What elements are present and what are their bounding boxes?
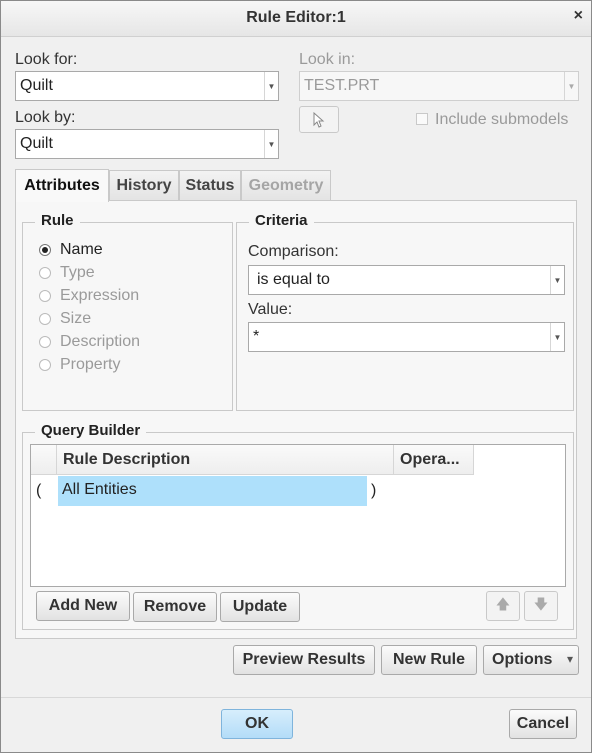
cursor-arrow-icon [313, 111, 325, 128]
rule-group-title: Rule [35, 212, 80, 229]
look-in-label: Look in: [299, 51, 356, 68]
update-button[interactable]: Update [220, 592, 300, 622]
query-builder-title: Query Builder [35, 422, 147, 439]
radio-checked-icon[interactable] [39, 244, 51, 256]
query-builder-group: Query Builder Rule Description Opera... … [22, 422, 574, 630]
tab-history[interactable]: History [109, 170, 179, 201]
rule-editor-window: Rule Editor:1 × Look for: Quilt ▼ Look b… [0, 0, 592, 753]
include-submodels-label: Include submodels [435, 111, 569, 128]
chevron-down-icon[interactable]: ▼ [264, 72, 278, 100]
criteria-group: Criteria Comparison: is equal to ▼ Value… [236, 212, 574, 411]
comparison-label: Comparison: [248, 243, 339, 260]
table-header-blank [31, 445, 57, 475]
comparison-value: is equal to [257, 271, 330, 288]
table-row[interactable]: ( All Entities ) [31, 476, 565, 507]
rule-option-label: Description [60, 333, 141, 350]
tab-geometry[interactable]: Geometry [241, 170, 331, 201]
remove-button[interactable]: Remove [133, 592, 217, 622]
look-in-select[interactable]: TEST.PRT ▼ [299, 71, 579, 101]
comparison-select[interactable]: is equal to ▼ [248, 265, 565, 295]
options-label: Options [492, 651, 553, 668]
row-close-paren: ) [371, 482, 377, 499]
rule-group: Rule Name Type Expression Size Descripti… [22, 212, 233, 411]
query-table: Rule Description Opera... ( All Entities… [30, 444, 566, 587]
row-open-paren: ( [36, 482, 42, 499]
arrow-down-icon: 🡇 [533, 596, 549, 612]
new-rule-button[interactable]: New Rule [381, 645, 477, 675]
rule-option-property[interactable]: Property [39, 354, 120, 376]
radio-icon[interactable] [39, 290, 51, 302]
look-by-value: Quilt [20, 135, 53, 152]
row-rule-description[interactable]: All Entities [58, 476, 367, 506]
ok-button[interactable]: OK [221, 709, 293, 739]
rule-option-size[interactable]: Size [39, 308, 91, 330]
chevron-down-icon[interactable]: ▼ [550, 266, 564, 294]
tab-status[interactable]: Status [179, 170, 241, 201]
attributes-panel: Rule Name Type Expression Size Descripti… [15, 200, 577, 639]
look-for-label: Look for: [15, 51, 78, 68]
dropdown-arrow-icon: ▾ [566, 652, 573, 666]
table-header-rule-description[interactable]: Rule Description [57, 445, 394, 475]
window-title: Rule Editor:1 [246, 9, 346, 26]
radio-icon[interactable] [39, 313, 51, 325]
move-down-button[interactable]: 🡇 [524, 591, 558, 621]
look-in-value: TEST.PRT [304, 77, 380, 94]
include-submodels-checkbox[interactable] [416, 113, 428, 125]
chevron-down-icon[interactable]: ▼ [264, 130, 278, 158]
rule-option-label: Property [60, 356, 121, 373]
rule-option-expression[interactable]: Expression [39, 285, 139, 307]
rule-option-label: Type [60, 264, 95, 281]
chevron-down-icon[interactable]: ▼ [550, 323, 564, 351]
rule-option-label: Size [60, 310, 92, 327]
rule-option-label: Name [60, 241, 103, 258]
chevron-down-icon[interactable]: ▼ [564, 72, 578, 100]
criteria-group-title: Criteria [249, 212, 314, 229]
look-for-value: Quilt [20, 77, 53, 94]
value-label: Value: [248, 301, 293, 318]
look-for-select[interactable]: Quilt ▼ [15, 71, 279, 101]
move-up-button[interactable]: 🡅 [486, 591, 520, 621]
radio-icon[interactable] [39, 267, 51, 279]
close-icon[interactable]: × [574, 7, 583, 25]
tab-attributes[interactable]: Attributes [15, 169, 109, 202]
value-select[interactable]: * ▼ [248, 322, 565, 352]
add-new-button[interactable]: Add New [36, 591, 130, 621]
table-header-operator[interactable]: Opera... [394, 445, 474, 475]
footer-separator [1, 697, 591, 698]
radio-icon[interactable] [39, 336, 51, 348]
arrow-up-icon: 🡅 [495, 596, 511, 612]
title-bar[interactable]: Rule Editor:1 × [1, 1, 591, 37]
rule-option-type[interactable]: Type [39, 262, 95, 284]
cancel-button[interactable]: Cancel [509, 709, 577, 739]
pick-selection-button[interactable] [299, 106, 339, 133]
radio-icon[interactable] [39, 359, 51, 371]
rule-option-name[interactable]: Name [39, 239, 103, 261]
rule-option-label: Expression [60, 287, 140, 304]
options-button[interactable]: Options ▾ [483, 645, 579, 675]
preview-results-button[interactable]: Preview Results [233, 645, 375, 675]
value-value: * [253, 328, 260, 345]
rule-option-description[interactable]: Description [39, 331, 140, 353]
look-by-label: Look by: [15, 109, 76, 126]
look-by-select[interactable]: Quilt ▼ [15, 129, 279, 159]
